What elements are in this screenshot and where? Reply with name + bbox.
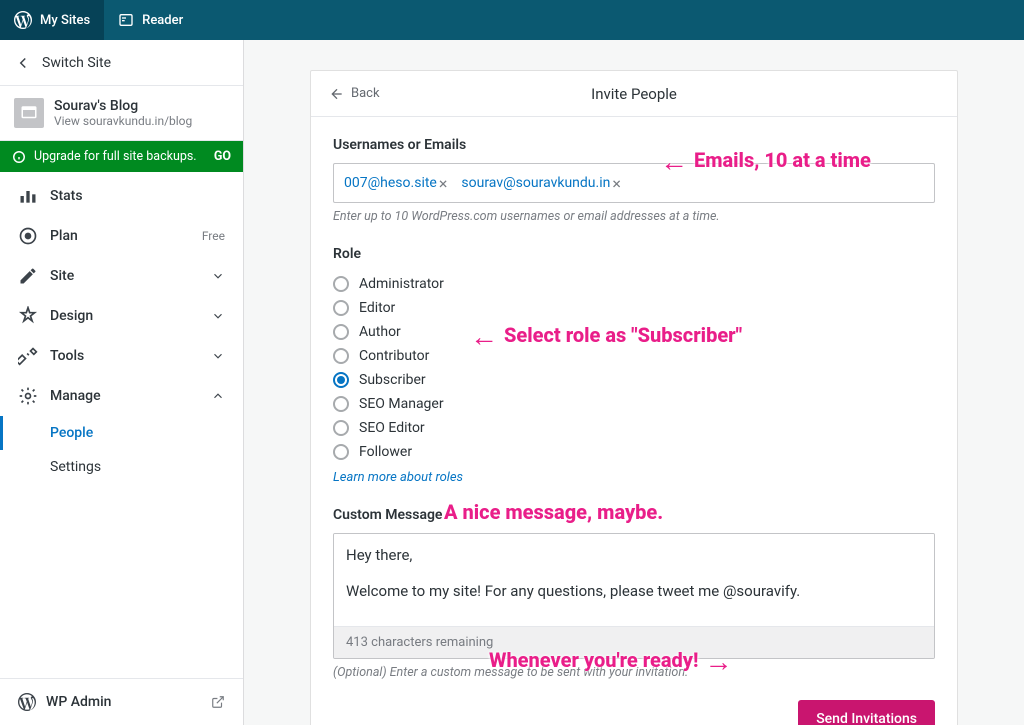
switch-site-label: Switch Site bbox=[42, 55, 111, 71]
usernames-input[interactable]: 007@heso.site× sourav@souravkundu.in× bbox=[333, 163, 935, 203]
nav-manage[interactable]: Manage bbox=[0, 376, 243, 416]
role-option-author[interactable]: Author bbox=[333, 320, 935, 344]
arrow-left-icon bbox=[329, 86, 345, 102]
topbar-my-sites[interactable]: My Sites bbox=[0, 0, 104, 40]
role-option-label: Subscriber bbox=[359, 372, 426, 388]
role-option-contributor[interactable]: Contributor bbox=[333, 344, 935, 368]
external-link-icon bbox=[211, 695, 225, 709]
topbar-reader[interactable]: Reader bbox=[104, 0, 197, 40]
nav-design[interactable]: Design bbox=[0, 296, 243, 336]
email-token: 007@heso.site× bbox=[344, 174, 447, 193]
email-token: sourav@souravkundu.in× bbox=[461, 174, 621, 193]
site-name: Sourav's Blog bbox=[54, 98, 192, 114]
role-option-label: Contributor bbox=[359, 348, 429, 364]
upgrade-text: Upgrade for full site backups. bbox=[34, 149, 197, 164]
role-option-label: SEO Editor bbox=[359, 420, 425, 436]
wrench-icon bbox=[18, 346, 38, 366]
nav-plan[interactable]: Plan Free bbox=[0, 216, 243, 256]
role-list: Administrator Editor Author Contributor Subs… bbox=[333, 272, 935, 464]
site-icon bbox=[14, 98, 44, 128]
topbar-reader-label: Reader bbox=[142, 13, 183, 28]
nav-manage-label: Manage bbox=[50, 388, 101, 404]
chevron-down-icon bbox=[211, 309, 225, 323]
send-invitations-button[interactable]: Send Invitations bbox=[798, 700, 935, 725]
role-option-label: Author bbox=[359, 324, 401, 340]
card-header: Back Invite People bbox=[311, 71, 957, 117]
back-button[interactable]: Back bbox=[329, 86, 380, 102]
remove-token-icon[interactable]: × bbox=[612, 174, 621, 193]
wp-admin-label: WP Admin bbox=[46, 694, 111, 710]
role-option-administrator[interactable]: Administrator bbox=[333, 272, 935, 296]
wordpress-logo-icon bbox=[18, 693, 36, 711]
nav-site-label: Site bbox=[50, 268, 74, 284]
radio-icon bbox=[333, 276, 349, 292]
nav-people[interactable]: People bbox=[0, 416, 243, 450]
role-option-label: Administrator bbox=[359, 276, 444, 292]
back-label: Back bbox=[351, 86, 380, 101]
role-label: Role bbox=[333, 246, 935, 262]
remove-token-icon[interactable]: × bbox=[439, 174, 448, 193]
message-label: Custom Message bbox=[333, 507, 935, 523]
main-content: Back Invite People Usernames or Emails 0… bbox=[244, 40, 1024, 725]
wp-admin-link[interactable]: WP Admin bbox=[0, 678, 243, 725]
switch-site-link[interactable]: Switch Site bbox=[0, 40, 243, 86]
custom-message-textarea[interactable] bbox=[334, 534, 934, 622]
reader-icon bbox=[118, 12, 134, 28]
nav-settings[interactable]: Settings bbox=[0, 450, 243, 484]
message-hint: (Optional) Enter a custom message to be … bbox=[333, 665, 935, 680]
role-option-editor[interactable]: Editor bbox=[333, 296, 935, 320]
learn-more-roles-link[interactable]: Learn more about roles bbox=[333, 470, 463, 485]
nav-stats[interactable]: Stats bbox=[0, 176, 243, 216]
topbar-my-sites-label: My Sites bbox=[40, 13, 90, 28]
radio-icon bbox=[333, 348, 349, 364]
design-icon bbox=[18, 306, 38, 326]
site-card[interactable]: Sourav's Blog View souravkundu.in/blog bbox=[0, 86, 243, 141]
stats-icon bbox=[18, 186, 38, 206]
role-option-seo-editor[interactable]: SEO Editor bbox=[333, 416, 935, 440]
plan-icon bbox=[18, 226, 38, 246]
char-remaining: 413 characters remaining bbox=[334, 626, 934, 658]
wordpress-logo-icon bbox=[14, 11, 32, 29]
topbar: My Sites Reader bbox=[0, 0, 1024, 40]
radio-icon bbox=[333, 396, 349, 412]
sidebar: Switch Site Sourav's Blog View souravkun… bbox=[0, 40, 244, 725]
role-option-subscriber[interactable]: Subscriber bbox=[333, 368, 935, 392]
nav-plan-meta: Free bbox=[202, 229, 225, 243]
chevron-down-icon bbox=[211, 349, 225, 363]
radio-icon bbox=[333, 420, 349, 436]
role-option-label: Editor bbox=[359, 300, 395, 316]
invite-card: Back Invite People Usernames or Emails 0… bbox=[310, 70, 958, 725]
gear-icon bbox=[18, 386, 38, 406]
chevron-down-icon bbox=[211, 269, 225, 283]
upgrade-go: GO bbox=[214, 149, 231, 164]
nav-plan-label: Plan bbox=[50, 228, 78, 244]
info-icon bbox=[12, 150, 26, 164]
radio-icon bbox=[333, 300, 349, 316]
upgrade-banner[interactable]: Upgrade for full site backups. GO bbox=[0, 141, 243, 172]
chevron-left-icon bbox=[14, 54, 32, 72]
nav-tools[interactable]: Tools bbox=[0, 336, 243, 376]
nav-design-label: Design bbox=[50, 308, 93, 324]
role-option-seo-manager[interactable]: SEO Manager bbox=[333, 392, 935, 416]
usernames-label: Usernames or Emails bbox=[333, 137, 935, 153]
usernames-hint: Enter up to 10 WordPress.com usernames o… bbox=[333, 209, 935, 224]
role-option-label: SEO Manager bbox=[359, 396, 444, 412]
pencil-icon bbox=[18, 266, 38, 286]
role-option-follower[interactable]: Follower bbox=[333, 440, 935, 464]
nav-site[interactable]: Site bbox=[0, 256, 243, 296]
role-option-label: Follower bbox=[359, 444, 412, 460]
radio-icon bbox=[333, 444, 349, 460]
nav-stats-label: Stats bbox=[50, 188, 83, 204]
card-title: Invite People bbox=[591, 85, 677, 103]
radio-icon bbox=[333, 372, 349, 388]
chevron-up-icon bbox=[211, 389, 225, 403]
nav-tools-label: Tools bbox=[50, 348, 84, 364]
site-url: View souravkundu.in/blog bbox=[54, 114, 192, 128]
radio-icon bbox=[333, 324, 349, 340]
